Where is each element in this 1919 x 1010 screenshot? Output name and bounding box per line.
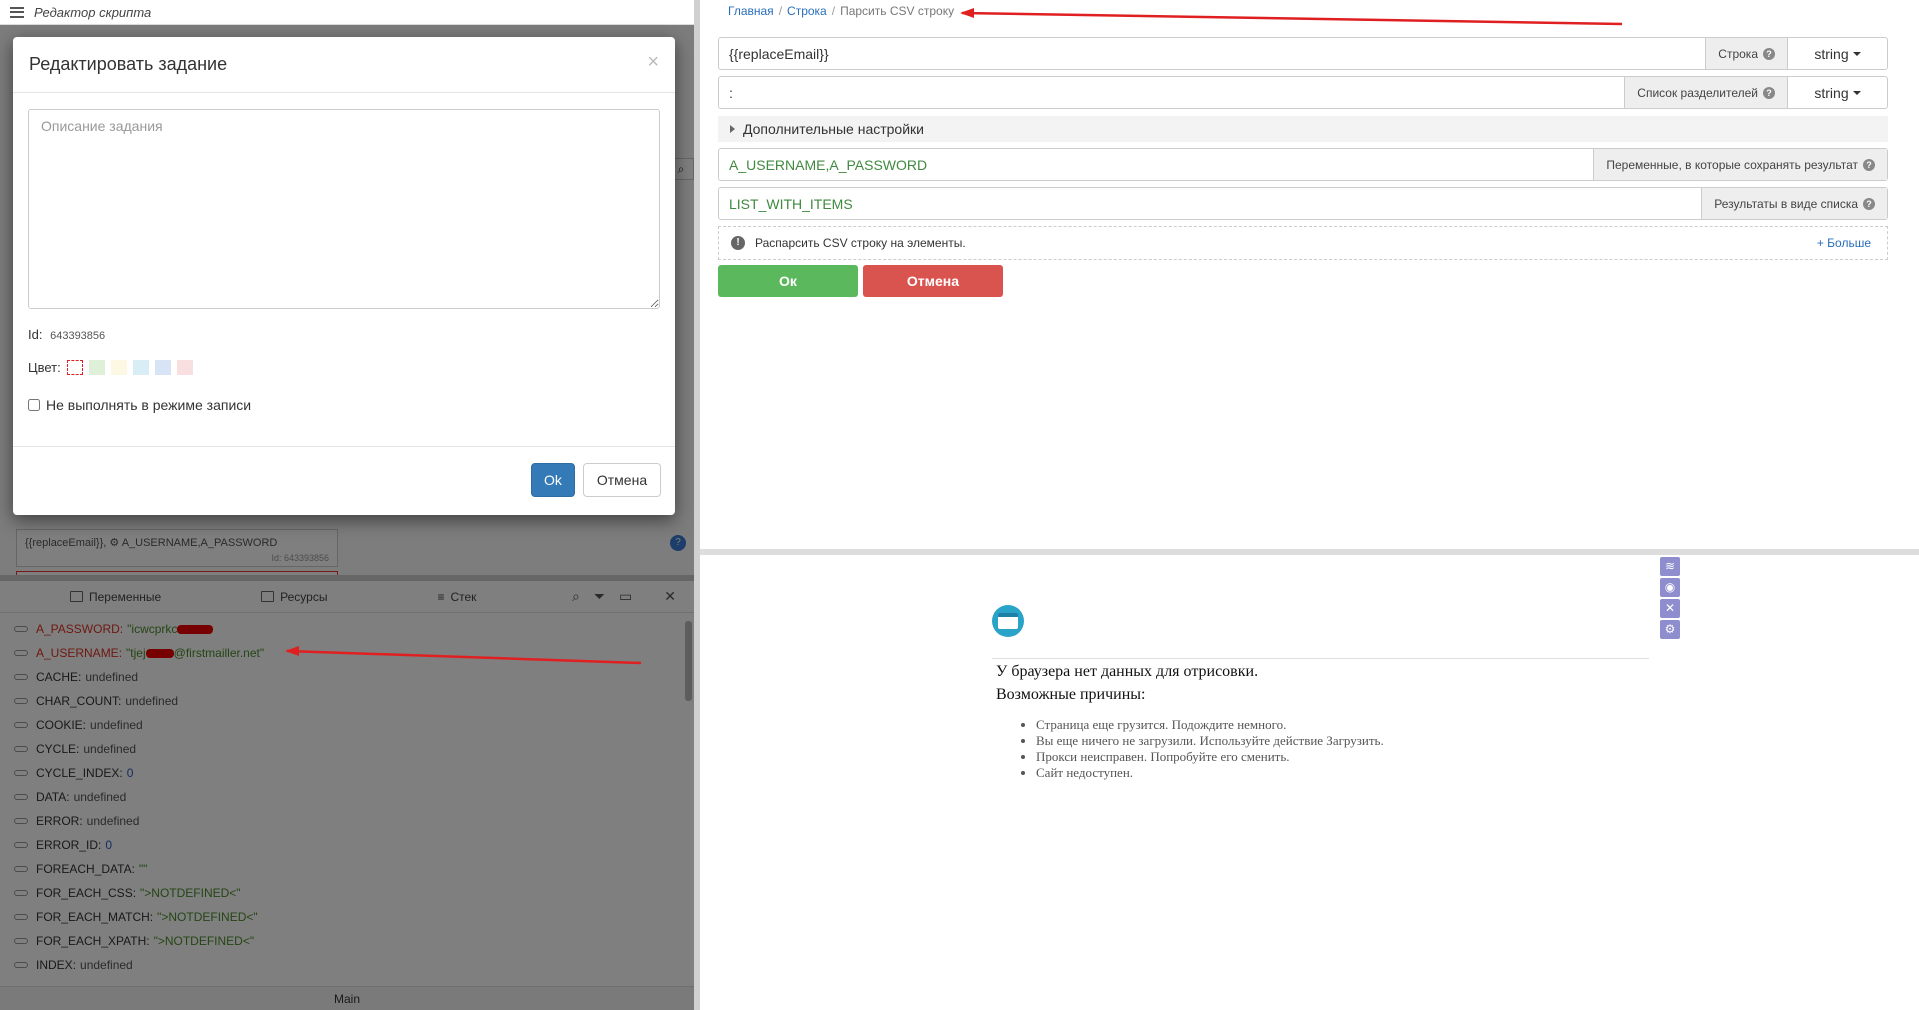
browser-window-icon [992, 605, 1024, 637]
crosshair-icon[interactable]: ✕ [1660, 599, 1680, 618]
dialog-header: Редактировать задание × [13, 37, 675, 93]
result-variables-field: A_USERNAME,A_PASSWORD Переменные, в кото… [718, 148, 1888, 181]
chevron-down-icon [1852, 90, 1861, 95]
script-editor-pane: Редактор скрипта ⌕ {{replaceEmail}}, ⚙ A… [0, 0, 694, 1010]
action-description-text: Распарсить CSV строку на элементы. [755, 236, 966, 250]
more-link[interactable]: + Больше [1817, 236, 1871, 250]
result-variables-label-text: Переменные, в которые сохранять результа… [1606, 157, 1858, 172]
hamburger-menu-icon[interactable] [10, 6, 24, 18]
list-item: Страница еще грузится. Подождите немного… [1036, 717, 1384, 733]
result-variables-input[interactable]: A_USERNAME,A_PASSWORD [719, 149, 1593, 180]
result-list-input[interactable]: LIST_WITH_ITEMS [719, 188, 1701, 219]
string-type-value: string [1814, 45, 1849, 62]
separators-input[interactable]: : [719, 77, 1624, 108]
editor-titlebar: Редактор скрипта [0, 0, 694, 25]
color-label: Цвет: [28, 360, 61, 375]
ok-button[interactable]: Ок [718, 265, 858, 297]
edit-task-dialog: Редактировать задание × Id: 643393856 Цв… [13, 37, 675, 515]
color-swatches [88, 360, 193, 375]
no-data-message: У браузера нет данных для отрисовки. [996, 663, 1259, 680]
action-settings: Главная / Строка / Парсить CSV строку {{repl… [700, 0, 1919, 549]
separators-label-text: Список разделителей [1637, 85, 1758, 100]
breadcrumb: Главная / Строка / Парсить CSV строку [728, 4, 954, 18]
additional-settings-label: Дополнительные настройки [743, 121, 924, 137]
task-id-value: 643393856 [50, 330, 106, 342]
browser-viewport[interactable]: ≋ ◉ ✕ ⚙ У браузера нет данных для отрисо… [700, 555, 1919, 1010]
breadcrumb-home[interactable]: Главная [728, 4, 774, 18]
cancel-button[interactable]: Отмена [863, 265, 1003, 297]
string-type-select[interactable]: string [1787, 38, 1887, 69]
cancel-button[interactable]: Отмена [583, 463, 661, 497]
result-list-label-text: Результаты в виде списка [1714, 196, 1858, 211]
chevron-right-icon [730, 125, 735, 133]
color-swatch[interactable] [88, 360, 105, 375]
list-item: Прокси неисправен. Попробуйте его сменит… [1036, 749, 1384, 765]
separators-label: Список разделителей? [1624, 77, 1787, 108]
color-swatch[interactable] [110, 360, 127, 375]
string-input[interactable]: {{replaceEmail}} [719, 38, 1705, 69]
string-field: {{replaceEmail}} Строка? string [718, 37, 1888, 70]
help-icon[interactable]: ? [1863, 158, 1875, 171]
color-swatch[interactable] [154, 360, 171, 375]
divider [992, 658, 1649, 659]
breadcrumb-separator: / [778, 4, 783, 18]
breadcrumb-current: Парсить CSV строку [840, 4, 955, 18]
dialog-title: Редактировать задание [29, 54, 228, 74]
breadcrumb-string[interactable]: Строка [787, 4, 827, 18]
color-picker: Цвет: [28, 360, 193, 375]
task-id: Id: 643393856 [28, 327, 105, 342]
string-label-text: Строка [1718, 46, 1758, 61]
close-icon[interactable]: × [647, 51, 659, 74]
result-list-field: LIST_WITH_ITEMS Результаты в виде списка… [718, 187, 1888, 220]
list-item: Вы еще ничего не загрузили. Используйте … [1036, 733, 1384, 749]
breadcrumb-separator: / [831, 4, 836, 18]
reasons-list: Страница еще грузится. Подождите немного… [1036, 717, 1384, 781]
editor-title: Редактор скрипта [34, 4, 152, 20]
help-icon[interactable]: ? [1763, 86, 1775, 99]
info-icon: ! [731, 236, 745, 250]
help-icon[interactable]: ? [1863, 197, 1875, 210]
result-list-label: Результаты в виде списка? [1701, 188, 1887, 219]
skip-in-record-mode-checkbox[interactable] [28, 399, 40, 411]
list-item: Сайт недоступен. [1036, 765, 1384, 781]
help-icon[interactable]: ? [1763, 47, 1775, 60]
action-properties-pane: Главная / Строка / Парсить CSV строку {{repl… [700, 0, 1919, 1010]
ok-button[interactable]: Ok [531, 463, 575, 497]
task-id-label: Id: [28, 327, 43, 342]
action-description: ! Распарсить CSV строку на элементы. + Б… [718, 226, 1888, 260]
separators-type-value: string [1814, 84, 1849, 101]
separators-field: : Список разделителей? string [718, 76, 1888, 109]
dialog-footer: Ok Отмена [13, 446, 675, 515]
task-description-input[interactable] [28, 109, 660, 309]
reasons-title: Возможные причины: [996, 686, 1146, 703]
color-swatch-none[interactable] [66, 360, 83, 375]
browser-side-toolbar: ≋ ◉ ✕ ⚙ [1660, 557, 1680, 639]
wifi-icon[interactable]: ≋ [1660, 557, 1680, 576]
string-label: Строка? [1705, 38, 1787, 69]
record-icon[interactable]: ◉ [1660, 578, 1680, 597]
skip-in-record-mode-label: Не выполнять в режиме записи [46, 397, 252, 413]
result-variables-label: Переменные, в которые сохранять результа… [1593, 149, 1887, 180]
additional-settings-toggle[interactable]: Дополнительные настройки [718, 116, 1888, 142]
skip-in-record-mode[interactable]: Не выполнять в режиме записи [28, 397, 251, 413]
color-swatch[interactable] [176, 360, 193, 375]
separators-type-select[interactable]: string [1787, 77, 1887, 108]
chevron-down-icon [1852, 51, 1861, 56]
color-swatch[interactable] [132, 360, 149, 375]
gear-icon[interactable]: ⚙ [1660, 620, 1680, 639]
